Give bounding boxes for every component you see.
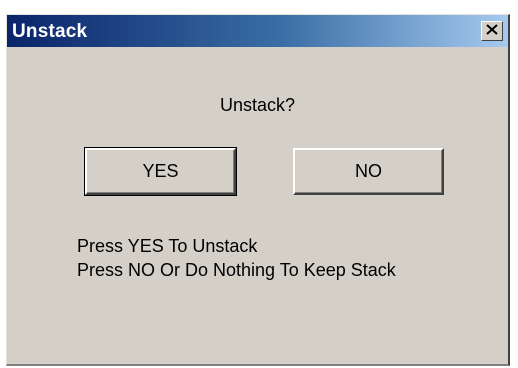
instruction-line-no: Press NO Or Do Nothing To Keep Stack xyxy=(77,260,396,280)
no-button[interactable]: NO xyxy=(293,148,444,195)
prompt-text: Unstack? xyxy=(219,95,296,115)
close-icon xyxy=(486,22,498,40)
title-bar[interactable]: Unstack xyxy=(7,15,508,47)
unstack-dialog: Unstack Unstack? YES NO Press YES To Uns… xyxy=(6,14,510,366)
instructions: Press YES To Unstack Press NO Or Do Noth… xyxy=(77,234,396,282)
instruction-line-yes: Press YES To Unstack xyxy=(77,236,258,256)
yes-button[interactable]: YES xyxy=(84,147,237,196)
window-title: Unstack xyxy=(12,21,88,42)
close-button[interactable] xyxy=(481,21,503,41)
